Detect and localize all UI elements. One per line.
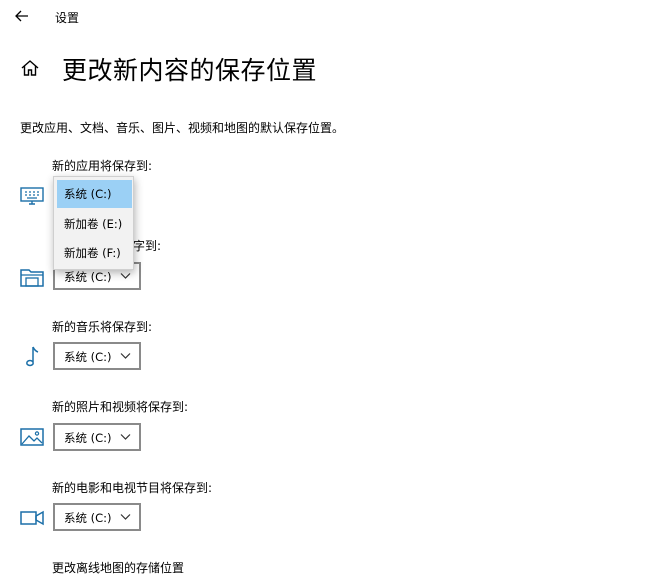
dropdown-option-c[interactable]: 系统 (C:): [57, 180, 132, 208]
chevron-down-icon: [120, 434, 131, 440]
back-button[interactable]: [10, 4, 34, 28]
picture-icon: [20, 428, 44, 446]
music-location-dropdown[interactable]: 系统 (C:): [53, 342, 141, 370]
page-title: 更改新内容的保存位置: [62, 56, 318, 85]
video-camera-icon: [20, 510, 44, 526]
music-note-icon: [26, 346, 39, 367]
monitor-icon: [20, 187, 44, 205]
dropdown-option-f[interactable]: 新加卷 (F:): [57, 239, 132, 267]
photos-location-value: 系统 (C:): [64, 431, 112, 445]
window-title: 设置: [55, 11, 80, 25]
dropdown-option-e[interactable]: 新加卷 (E:): [57, 210, 132, 238]
movies-location-dropdown[interactable]: 系统 (C:): [53, 503, 141, 531]
page-description: 更改应用、文档、音乐、图片、视频和地图的默认保存位置。: [20, 121, 345, 135]
chevron-down-icon: [120, 514, 131, 520]
chevron-down-icon: [120, 353, 131, 359]
photos-location-dropdown[interactable]: 系统 (C:): [53, 423, 141, 451]
chevron-down-icon: [120, 273, 131, 279]
apps-location-dropdown-popup[interactable]: 系统 (C:) 新加卷 (E:) 新加卷 (F:): [53, 176, 134, 270]
music-location-value: 系统 (C:): [64, 350, 112, 364]
documents-label-suffix: 字到:: [133, 239, 162, 253]
back-arrow-icon: [15, 10, 28, 22]
apps-label: 新的应用将保存到:: [52, 159, 153, 173]
dropdown-option-label: 系统 (C:): [64, 187, 112, 201]
home-icon[interactable]: [20, 58, 40, 78]
dropdown-option-label: 新加卷 (F:): [64, 246, 121, 260]
movies-location-value: 系统 (C:): [64, 511, 112, 525]
documents-location-value: 系统 (C:): [64, 270, 112, 284]
dropdown-option-label: 新加卷 (E:): [64, 217, 123, 231]
photos-label: 新的照片和视频将保存到:: [52, 400, 189, 414]
offline-maps-link[interactable]: 更改离线地图的存储位置: [52, 559, 184, 576]
title-bar: 设置: [0, 0, 650, 34]
music-label: 新的音乐将保存到:: [52, 320, 153, 334]
movies-label: 新的电影和电视节目将保存到:: [52, 481, 213, 495]
folder-icon: [20, 269, 44, 287]
